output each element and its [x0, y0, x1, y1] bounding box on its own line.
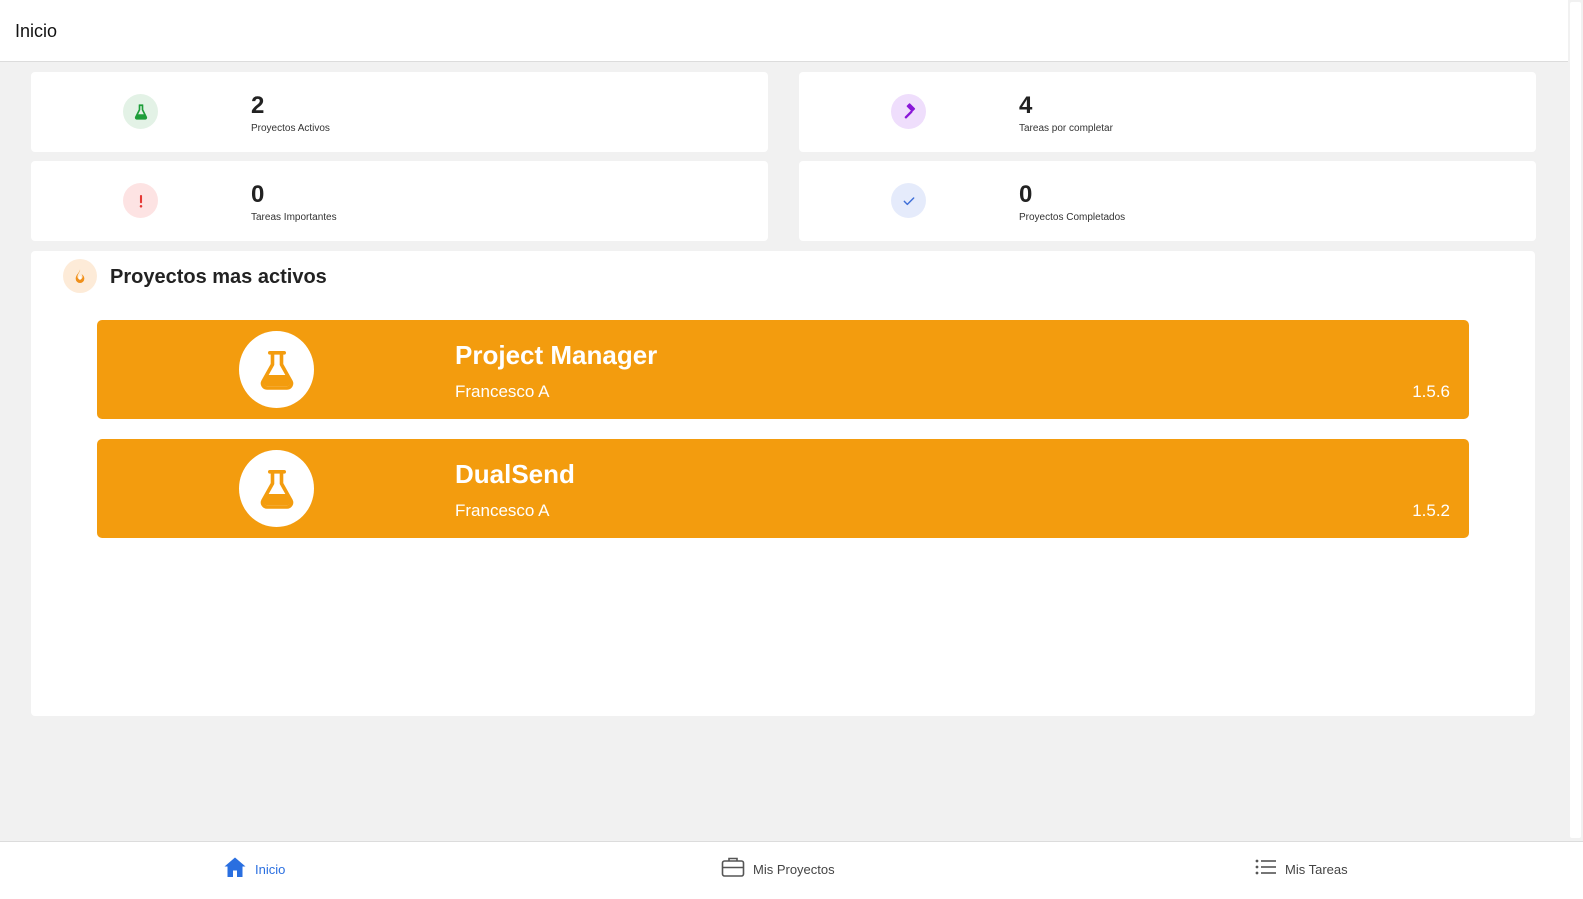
top-bar: Inicio: [0, 0, 1568, 62]
stat-value: 4: [1019, 92, 1033, 119]
check-icon: [891, 183, 926, 218]
app: Inicio 2 Proyectos Activos 4 Tareas por …: [0, 0, 1583, 899]
stat-value: 2: [251, 92, 265, 119]
section-title: Proyectos mas activos: [110, 266, 327, 288]
stat-value: 0: [251, 181, 265, 208]
stat-value: 0: [1019, 181, 1033, 208]
project-owner: Francesco A: [455, 501, 550, 520]
page-title: Inicio: [15, 21, 58, 41]
home-icon: [223, 855, 247, 884]
stat-label: Tareas por completar: [1019, 123, 1113, 134]
scrollbar-thumb[interactable]: [1570, 2, 1581, 838]
most-active-projects-section: Proyectos mas activos Project Manager Fr…: [31, 251, 1535, 716]
flask-icon: [239, 450, 314, 527]
stat-card-active-projects: 2 Proyectos Activos: [31, 72, 768, 152]
nav-label: Mis Proyectos: [753, 861, 835, 877]
project-version: 1.5.2: [1412, 501, 1450, 520]
nav-label: Inicio: [255, 861, 286, 877]
bottom-nav: Inicio Mis Proyectos Mis Tareas: [0, 841, 1583, 899]
stat-card-completed-projects: 0 Proyectos Completados: [799, 161, 1536, 241]
stat-card-important-tasks: 0 Tareas Importantes: [31, 161, 768, 241]
nav-item-mis-tareas[interactable]: Mis Tareas: [1255, 856, 1348, 882]
fire-icon: [63, 259, 97, 293]
exclamation-icon: [123, 183, 158, 218]
stat-label: Proyectos Activos: [251, 123, 330, 134]
nav-item-inicio[interactable]: Inicio: [223, 856, 285, 882]
nav-label: Mis Tareas: [1285, 861, 1348, 877]
flask-icon: [239, 331, 314, 408]
stat-label: Tareas Importantes: [251, 212, 337, 223]
list-icon: [1255, 858, 1277, 881]
hammer-icon: [891, 94, 926, 129]
project-name: Project Manager: [455, 340, 658, 370]
stat-label: Proyectos Completados: [1019, 212, 1126, 223]
project-card[interactable]: DualSend Francesco A 1.5.2: [97, 439, 1469, 538]
project-name: DualSend: [455, 459, 575, 489]
nav-item-mis-proyectos[interactable]: Mis Proyectos: [721, 856, 835, 882]
project-version: 1.5.6: [1412, 382, 1450, 401]
stat-card-pending-tasks: 4 Tareas por completar: [799, 72, 1536, 152]
project-owner: Francesco A: [455, 382, 550, 401]
flask-icon: [123, 94, 158, 129]
briefcase-icon: [721, 856, 745, 883]
project-card[interactable]: Project Manager Francesco A 1.5.6: [97, 320, 1469, 419]
